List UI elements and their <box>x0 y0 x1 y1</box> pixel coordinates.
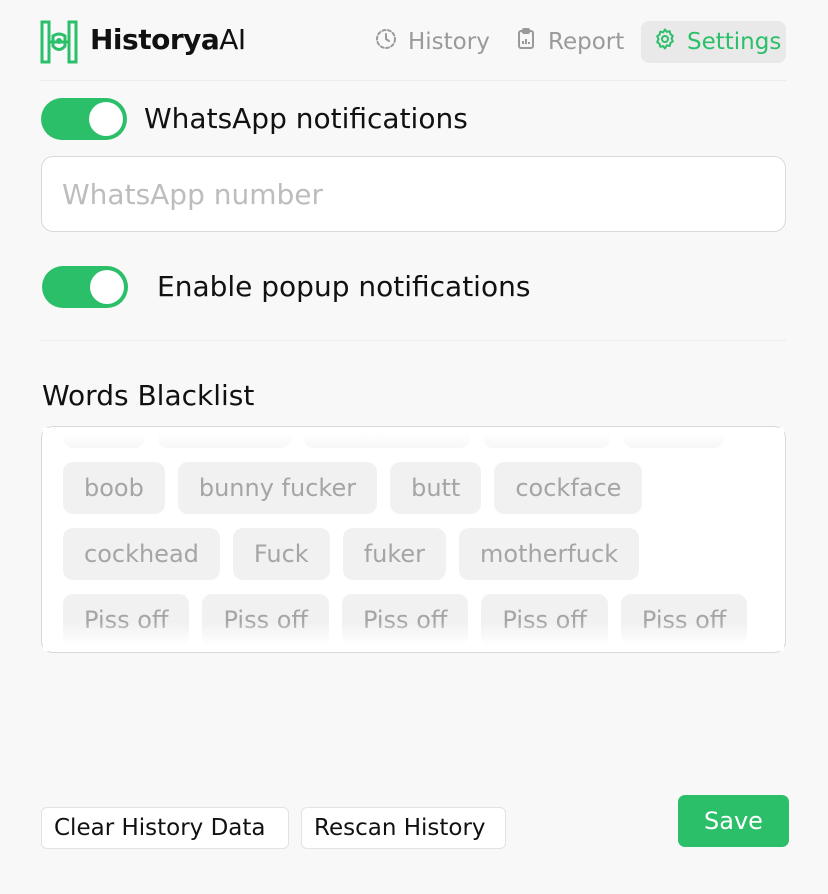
clear-history-data-button[interactable]: Clear History Data <box>41 807 289 849</box>
blacklist-title: Words Blacklist <box>42 379 255 412</box>
blacklist-word-chip[interactable]: motherfuck <box>459 528 640 580</box>
app-brand: HistoryaAI <box>90 23 246 56</box>
blacklist-row: boob bunny fucker butt cockface <box>63 462 764 514</box>
blacklist-word-chip[interactable]: fuker <box>342 528 447 580</box>
nav-tab-report-label: Report <box>548 29 625 55</box>
blacklist-word-chip[interactable]: cockhead <box>63 528 220 580</box>
toggle-knob <box>90 270 124 304</box>
nav-tab-history-label: History <box>408 29 490 55</box>
blacklist-word-chip[interactable]: boob <box>63 462 165 514</box>
popup-notifications-label: Enable popup notifications <box>157 270 531 303</box>
blacklist-word-chip[interactable]: butt <box>390 462 482 514</box>
whatsapp-notifications-toggle[interactable] <box>41 98 127 140</box>
blacklist-chip-list: assassholebugger offPiss offbitchboobbun… <box>63 428 764 651</box>
rescan-history-button[interactable]: Rescan History <box>301 807 506 849</box>
blacklist-fade-top <box>43 428 784 458</box>
blacklist-word-chip[interactable]: cockface <box>494 462 643 514</box>
history-icon <box>374 27 398 57</box>
blacklist-scroll-area[interactable]: assassholebugger offPiss offbitchboobbun… <box>43 428 784 651</box>
header-divider <box>40 80 786 81</box>
nav-tab-history[interactable]: History <box>362 21 502 63</box>
blacklist-word-chip[interactable]: Fuck <box>232 528 330 580</box>
blacklist-row: cockhead Fuck fuker motherfuck <box>63 528 764 580</box>
section-divider <box>40 340 786 341</box>
whatsapp-number-input[interactable] <box>41 156 786 232</box>
gear-icon <box>653 27 677 57</box>
popup-notifications-toggle[interactable] <box>42 266 128 308</box>
blacklist-word-chip[interactable]: bunny fucker <box>177 462 378 514</box>
whatsapp-notifications-label: WhatsApp notifications <box>144 102 468 135</box>
nav-tab-report[interactable]: Report <box>502 21 636 63</box>
blacklist-fade-bottom <box>43 622 784 651</box>
toggle-knob <box>89 102 123 136</box>
nav-tab-settings-label: Settings <box>687 29 782 55</box>
nav-tab-settings[interactable]: Settings <box>641 21 786 63</box>
save-button[interactable]: Save <box>678 795 789 847</box>
app-logo-icon <box>40 20 78 64</box>
clipboard-icon <box>514 27 538 57</box>
